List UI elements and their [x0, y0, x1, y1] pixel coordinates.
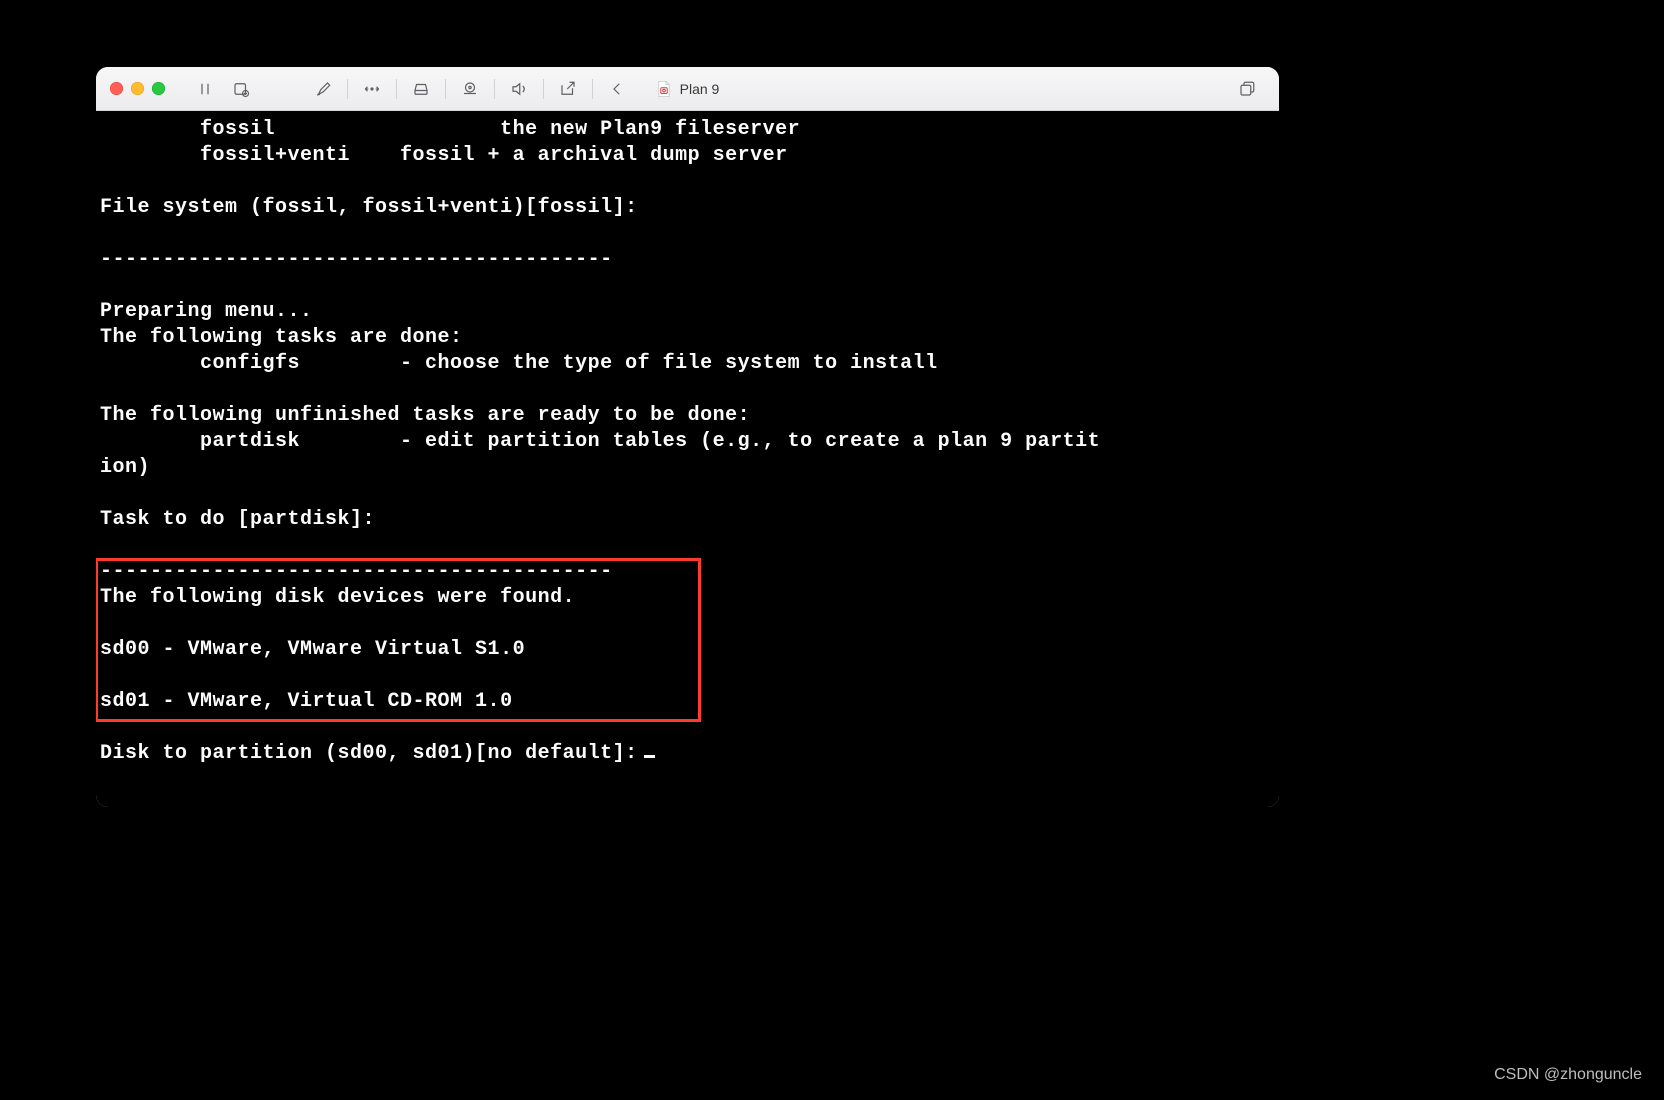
- text-cursor: [644, 755, 655, 758]
- console-line: Disk to partition (sd00, sd01)[no defaul…: [100, 742, 638, 765]
- console-line: The following unfinished tasks are ready…: [100, 404, 750, 427]
- window-traffic-lights: [110, 82, 165, 95]
- console-line: sd01 - VMware, Virtual CD-ROM 1.0: [100, 690, 513, 713]
- pause-button[interactable]: [187, 75, 223, 103]
- snapshot-button[interactable]: [223, 75, 259, 103]
- close-icon[interactable]: [110, 82, 123, 95]
- resize-button[interactable]: [354, 75, 390, 103]
- watermark-text: CSDN @zhonguncle: [1494, 1066, 1642, 1084]
- console-line: ----------------------------------------…: [100, 248, 613, 271]
- console-line: The following disk devices were found.: [100, 586, 575, 609]
- cdrom-button[interactable]: [452, 75, 488, 103]
- document-icon: [656, 80, 672, 98]
- toolbar-left: [187, 75, 259, 103]
- separator-icon: [347, 79, 348, 99]
- console-line: ion): [100, 456, 150, 479]
- window-title: Plan 9: [96, 80, 1279, 98]
- console-line: Preparing menu...: [100, 300, 313, 323]
- sound-button[interactable]: [501, 75, 537, 103]
- titlebar: Plan 9: [96, 67, 1279, 111]
- separator-icon: [592, 79, 593, 99]
- disk-button[interactable]: [403, 75, 439, 103]
- console-line: sd00 - VMware, VMware Virtual S1.0: [100, 638, 525, 661]
- multiwindow-button[interactable]: [1229, 75, 1265, 103]
- console-line: File system (fossil, fossil+venti)[fossi…: [100, 196, 638, 219]
- console-line: fossil the new Plan9 fileserver: [100, 118, 800, 141]
- settings-button[interactable]: [305, 75, 341, 103]
- console-line: fossil+venti fossil + a archival dump se…: [100, 144, 788, 167]
- console-line: partdisk - edit partition tables (e.g., …: [100, 430, 1100, 453]
- separator-icon: [494, 79, 495, 99]
- console-line: configfs - choose the type of file syste…: [100, 352, 938, 375]
- back-button[interactable]: [599, 75, 635, 103]
- minimize-icon[interactable]: [131, 82, 144, 95]
- toolbar-mid: [305, 75, 635, 103]
- separator-icon: [543, 79, 544, 99]
- window-title-text: Plan 9: [680, 81, 720, 97]
- console-line: ----------------------------------------…: [100, 560, 613, 583]
- zoom-icon[interactable]: [152, 82, 165, 95]
- vm-window: Plan 9 fossil the new Plan9 fileserver f…: [96, 67, 1279, 807]
- separator-icon: [445, 79, 446, 99]
- share-button[interactable]: [550, 75, 586, 103]
- separator-icon: [396, 79, 397, 99]
- terminal-console[interactable]: fossil the new Plan9 fileserver fossil+v…: [96, 111, 1279, 807]
- console-line: The following tasks are done:: [100, 326, 463, 349]
- console-line: Task to do [partdisk]:: [100, 508, 375, 531]
